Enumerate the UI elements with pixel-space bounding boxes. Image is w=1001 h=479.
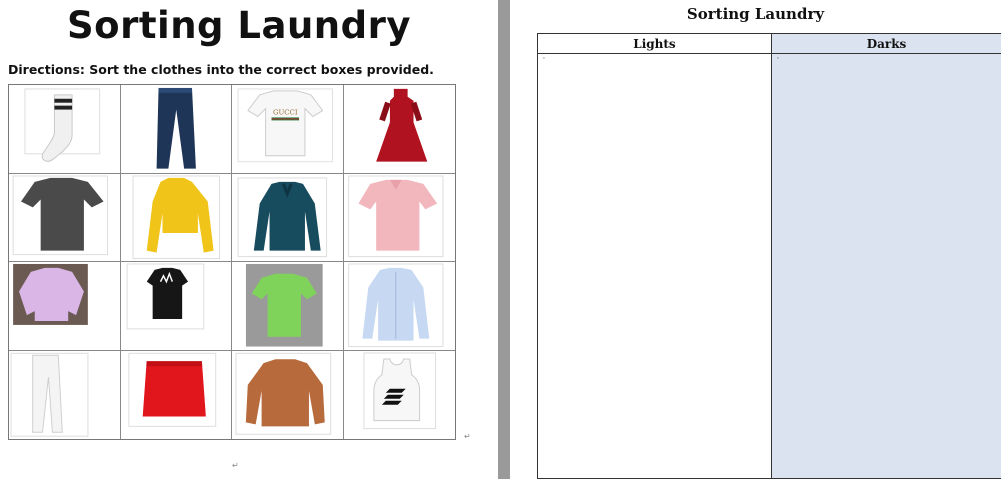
grid-cell[interactable]	[343, 174, 455, 262]
paragraph-mark: ↵	[232, 461, 239, 470]
lights-header: Lights	[538, 34, 771, 54]
blue-jeans-icon	[156, 87, 196, 169]
cell-mark: '	[543, 56, 545, 64]
grid-cell[interactable]	[343, 262, 455, 351]
page-divider	[498, 0, 510, 479]
grid-cell[interactable]	[343, 85, 455, 174]
red-dress-icon	[375, 88, 427, 162]
black-tshirt-dress-icon	[126, 263, 204, 330]
white-tank-top-icon	[362, 351, 436, 429]
clothing-grid: GUCCI	[8, 84, 456, 440]
green-tshirt-icon	[245, 263, 323, 347]
svg-text:GUCCI: GUCCI	[273, 108, 298, 116]
white-graphic-tee-icon: GUCCI	[237, 88, 333, 163]
lights-column[interactable]: Lights '	[538, 34, 772, 478]
white-pants-icon	[10, 352, 89, 437]
cell-mark: '	[777, 56, 779, 64]
darks-header: Darks	[772, 34, 1001, 54]
grid-cell[interactable]	[121, 350, 232, 439]
darks-column[interactable]: Darks '	[772, 34, 1001, 478]
lavender-jacket-icon	[13, 263, 88, 325]
grid-cell[interactable]	[232, 350, 344, 439]
sorting-table-title: Sorting Laundry	[686, 5, 825, 23]
grid-cell[interactable]	[344, 351, 456, 440]
sorting-table: Lights ' Darks '	[537, 33, 1001, 479]
teal-blouse-icon	[237, 176, 328, 257]
light-blue-shirt-icon	[347, 263, 443, 348]
paragraph-mark: ↵	[464, 432, 471, 441]
yellow-hoodie-icon	[132, 174, 220, 259]
grid-cell[interactable]	[120, 262, 232, 351]
grid-cell[interactable]	[9, 173, 121, 262]
grid-cell[interactable]	[9, 350, 121, 439]
directions-text: Directions: Sort the clothes into the co…	[8, 62, 434, 77]
grid-cell[interactable]	[232, 173, 344, 262]
pink-polo-icon	[347, 174, 443, 257]
grid-cell[interactable]	[232, 262, 344, 351]
worksheet-page: Sorting Laundry Directions: Sort the clo…	[0, 0, 498, 479]
grid-cell[interactable]	[120, 85, 232, 174]
dark-gray-tshirt-icon	[12, 174, 108, 255]
grid-cell[interactable]	[120, 173, 232, 262]
grid-cell[interactable]: GUCCI	[232, 85, 344, 174]
red-skirt-icon	[127, 352, 216, 427]
striped-sock-icon	[24, 88, 101, 162]
grid-cell[interactable]	[9, 262, 121, 351]
orange-sweater-icon	[235, 352, 332, 435]
worksheet-title: Sorting Laundry	[67, 4, 411, 47]
grid-cell[interactable]	[9, 85, 121, 174]
